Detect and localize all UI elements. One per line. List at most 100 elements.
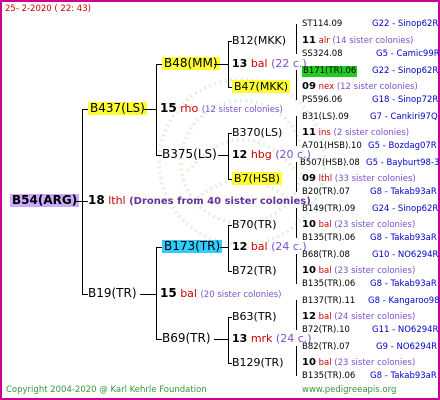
gen3-num-8: 10 [302, 357, 316, 368]
gen2-num-2: 12 [232, 148, 248, 161]
gen2-breed-1: 13 bal (22 c.) [232, 57, 307, 70]
gen4-right-10: G8 - Takab93aR [370, 233, 437, 243]
gen2-code-4: mrk [250, 332, 273, 345]
gen4-left-6: A701(HSB).10 [302, 141, 362, 151]
gen3-code-3: ins [318, 128, 331, 138]
gen2-num-1: 13 [232, 57, 248, 70]
gen3-note-4: (33 sister colonies) [334, 174, 416, 184]
connector [218, 155, 228, 156]
gen4-row-11: B68(TR).08 [302, 250, 350, 261]
gen4-row-13: B137(TR).11 [302, 296, 355, 307]
gen4-row-12: B135(TR).06 [302, 279, 355, 290]
gen4-right-8: G8 - Takab93aR [370, 187, 437, 197]
gen4-row-10: B135(TR).06 [302, 233, 355, 244]
root-code: lthl [108, 194, 126, 207]
connector [228, 317, 229, 363]
gen3-breed-6: 10 bal (23 sister colonies) [302, 265, 415, 277]
gen3-note-6: (23 sister colonies) [334, 266, 416, 276]
gen4-row-6: A701(HSB).10 [302, 141, 362, 152]
gen3-breed-4: 09 lthl (33 sister colonies) [302, 173, 416, 185]
gen3-num-1: 11 [302, 35, 316, 46]
gen4-left-4: PS596.06 [302, 95, 343, 105]
connector [296, 346, 297, 376]
gen3-num-3: 11 [302, 127, 316, 138]
connector [228, 225, 229, 271]
gen4-right-5: G7 - Cankiri97Q [370, 112, 438, 122]
gen4-right-11: G10 - NO6294R [372, 250, 439, 260]
gen4-right-14: G11 - NO6294R [372, 325, 439, 335]
gen2-breed-3: 12 bal (24 c.) [232, 240, 307, 253]
gen1-lower-breed: 15 bal (20 sister colonies) [160, 287, 281, 301]
connector [296, 24, 297, 54]
gen4-left-8: B20(TR).07 [302, 187, 350, 197]
gen4-right-12: G8 - Takab93aR [370, 279, 437, 289]
gen1-upper-code: rho [180, 102, 199, 115]
connector [296, 254, 297, 284]
date-stamp: 25- 2-2020 ( 22: 43) [5, 4, 91, 14]
connector [296, 208, 297, 238]
gen4-right-4: G18 - Sinop72R [372, 95, 439, 105]
gen4-left-11: B68(TR).08 [302, 250, 350, 260]
gen4-row-4: PS596.06 [302, 95, 342, 106]
gen3-num-7: 12 [302, 311, 316, 322]
gen4-right-9: G24 - Sinop62R [372, 204, 439, 214]
connector [296, 116, 297, 146]
connector [214, 339, 228, 340]
gen2-queen-2: B375(LS) [162, 147, 217, 161]
gen4-row-2: SS324.08 [302, 49, 343, 60]
connector [296, 70, 297, 100]
gen4-left-3: B171(TR).06 [303, 66, 357, 76]
gen4-row-3: B171(TR).06 [302, 66, 358, 77]
gen4-row-1: ST114.09 [302, 19, 342, 30]
gen4-left-1: ST114.09 [302, 19, 343, 29]
gen4-right-2: G5 - Camic99R [376, 49, 440, 59]
connector [228, 41, 229, 87]
root-queen: B54(ARG) [10, 193, 80, 207]
gen4-right-7: G5 - Bayburt98-3 [366, 158, 440, 168]
gen1-upper-num: 15 [160, 101, 177, 115]
gen1-upper-queen: B437(LS) [88, 101, 147, 115]
gen3-breed-7: 12 bal (24 sister colonies) [302, 311, 415, 323]
gen4-right-13: G8 - Kangaroo98R [368, 296, 440, 306]
gen2-num-3: 12 [232, 240, 248, 253]
connector [82, 109, 83, 294]
gen3-breed-1: 11 alr (14 sister colonies) [302, 35, 413, 47]
gen3-code-4: lthl [318, 174, 333, 184]
gen4-left-16: B135(TR).06 [302, 371, 356, 381]
gen3-code-2: nex [318, 82, 335, 92]
gen4-left-14: B72(TR).10 [302, 325, 350, 335]
gen3-note-2: (12 sister colonies) [336, 82, 418, 92]
gen3-code-5: bal [318, 220, 332, 230]
connector [296, 162, 297, 192]
site-link[interactable]: www.pedigreeapis.org [302, 385, 396, 396]
connector [296, 300, 297, 330]
pedigree-chart: 25- 2-2020 ( 22: 43) B54(ARG) 18 lthl (D… [0, 0, 440, 400]
gen3-note-3: (2 sister colonies) [333, 128, 410, 138]
gen1-lower-note: (20 sister colonies) [200, 290, 282, 300]
connector [74, 201, 88, 202]
gen3-num-2: 09 [302, 81, 316, 92]
gen3-queen-2: B47(MKK) [232, 80, 291, 93]
root-num: 18 [88, 193, 105, 207]
gen1-lower-queen: B19(TR) [88, 286, 137, 300]
gen2-code-3: bal [250, 240, 268, 253]
copyright: Copyright 2004-2020 @ Karl Kehrle Founda… [6, 385, 207, 395]
gen4-row-7: B507(HSB).08 [300, 158, 360, 169]
gen3-queen-1: B12(MKK) [232, 34, 287, 47]
gen3-num-4: 09 [302, 173, 316, 184]
gen3-queen-3: B370(LS) [232, 126, 283, 139]
gen4-left-10: B135(TR).06 [302, 233, 356, 243]
gen3-breed-3: 11 ins (2 sister colonies) [302, 127, 409, 139]
gen3-queen-4: B7(HSB) [232, 172, 282, 185]
gen3-breed-8: 10 bal (23 sister colonies) [302, 357, 415, 369]
gen3-code-8: bal [318, 358, 332, 368]
gen3-queen-6: B72(TR) [232, 264, 277, 277]
gen2-queen-1: B48(MM) [162, 56, 220, 70]
gen4-left-12: B135(TR).06 [302, 279, 356, 289]
gen3-code-7: bal [318, 312, 332, 322]
gen4-left-9: B149(TR).09 [302, 204, 356, 214]
root-breed-line: 18 lthl (Drones from 40 sister colonies) [88, 194, 311, 208]
gen4-right-15: G9 - NO6294R [376, 342, 438, 352]
gen3-num-6: 10 [302, 265, 316, 276]
connector [228, 133, 229, 179]
